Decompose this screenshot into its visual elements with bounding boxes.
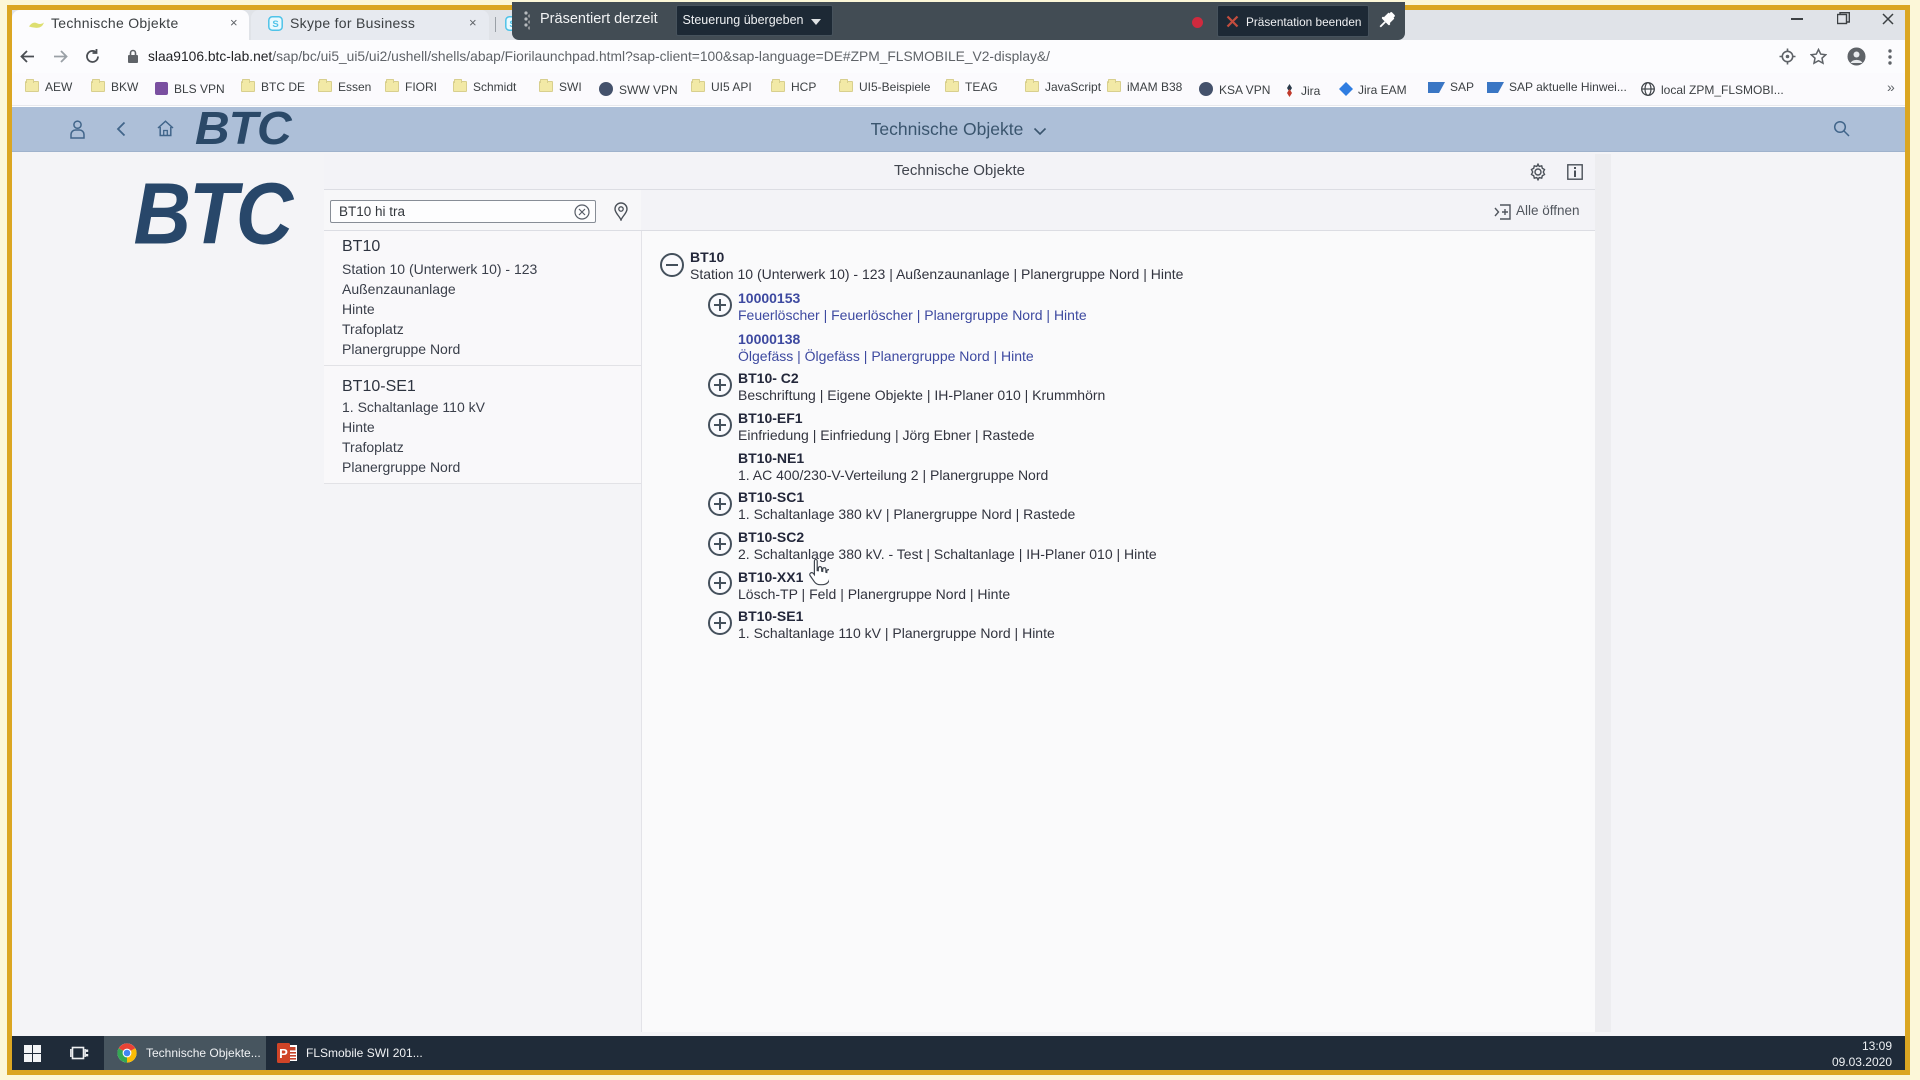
svg-text:S: S [272, 19, 278, 30]
svg-text:P: P [279, 1046, 288, 1061]
